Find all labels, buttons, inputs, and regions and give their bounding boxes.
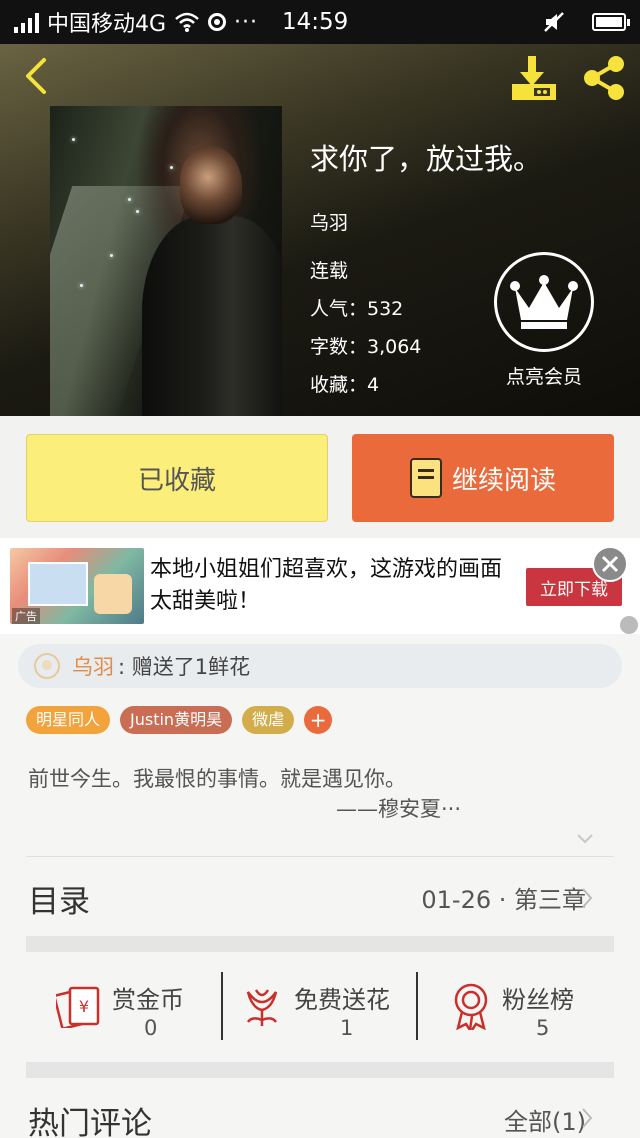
- ad-info-icon[interactable]: [620, 616, 638, 634]
- tag[interactable]: 明星同人: [26, 706, 111, 734]
- stat-value: 0: [144, 1016, 158, 1040]
- continue-reading-button[interactable]: 继续阅读: [352, 434, 614, 522]
- medal-icon: [454, 983, 488, 1030]
- gift-message: : 赠送了1鲜花: [118, 655, 251, 679]
- vip-button[interactable]: [494, 252, 594, 352]
- book-title: 求你了，放过我。: [310, 142, 543, 176]
- description-signature: ——穆安夏···: [336, 797, 462, 821]
- gift-user[interactable]: 乌羽: [72, 651, 114, 681]
- toc-latest-chapter[interactable]: 01-26 · 第三章: [421, 880, 586, 915]
- section-band: [26, 1062, 614, 1078]
- gift-icon: [34, 653, 60, 679]
- stat-value: 5: [536, 1016, 550, 1040]
- carrier-label: 中国移动4G: [47, 12, 167, 37]
- stat-separator: [416, 972, 418, 1040]
- back-arrow-icon[interactable]: [18, 56, 58, 96]
- download-icon[interactable]: [508, 54, 560, 102]
- free-flower-stat[interactable]: 免费送花 1: [224, 952, 418, 1062]
- vip-label[interactable]: 点亮会员: [490, 362, 598, 389]
- section-band: [26, 936, 614, 952]
- wifi-icon: [175, 12, 199, 32]
- stat-label: 免费送花: [294, 986, 390, 1014]
- clock: 14:59: [282, 9, 349, 35]
- toc-row[interactable]: 目录 01-26 · 第三章: [0, 860, 640, 936]
- continue-reading-label: 继续阅读: [451, 465, 556, 496]
- all-comments-link[interactable]: 全部(1): [504, 1102, 586, 1137]
- tag[interactable]: Justin黄明昊: [120, 706, 233, 734]
- toc-title: 目录: [28, 884, 90, 920]
- stats-row: ¥ 赏金币 0 免费送花 1 粉丝榜 5: [0, 952, 640, 1062]
- share-icon[interactable]: [580, 54, 628, 102]
- add-tag-button[interactable]: +: [304, 706, 333, 734]
- gift-ticker: 乌羽 : 赠送了1鲜花: [18, 644, 622, 688]
- stat-value: 1: [340, 1016, 354, 1040]
- svg-text:¥: ¥: [79, 997, 89, 1016]
- stat-label: 粉丝榜: [502, 986, 574, 1014]
- reward-coins-stat[interactable]: ¥ 赏金币 0: [0, 952, 220, 1062]
- ad-text[interactable]: 本地小姐姐们超喜欢，这游戏的画面太甜美啦！: [150, 554, 510, 618]
- flower-icon: [246, 989, 278, 1026]
- tag[interactable]: 微虐: [242, 706, 295, 734]
- chevron-right-icon: [582, 888, 593, 908]
- chevron-down-icon[interactable]: [576, 830, 594, 848]
- stat-separator: [221, 972, 223, 1040]
- red-envelope-icon: ¥: [56, 986, 100, 1028]
- hot-comments-row[interactable]: 热门评论 全部(1): [0, 1094, 640, 1138]
- more-dots: ···: [234, 9, 259, 35]
- close-icon[interactable]: [592, 546, 628, 582]
- ad-tag: 广告: [12, 608, 40, 624]
- signal-icon: [14, 11, 39, 33]
- comments-title: 热门评论: [28, 1106, 152, 1138]
- collected-button[interactable]: 已收藏: [26, 434, 328, 522]
- crown-icon: [510, 275, 578, 329]
- book-description: 前世今生。我最恨的事情。就是遇见你。: [28, 767, 406, 791]
- book-cover[interactable]: [50, 106, 282, 416]
- fan-ranking-stat[interactable]: 粉丝榜 5: [420, 952, 640, 1062]
- collected-label: 已收藏: [137, 465, 216, 496]
- book-author[interactable]: 乌羽: [310, 204, 542, 242]
- book-icon: [409, 458, 442, 498]
- battery-icon: [592, 13, 630, 31]
- chevron-right-icon: [582, 1108, 593, 1128]
- book-header: 求你了，放过我。 乌羽 连载 人气：532 字数：3,064 收藏：4 点亮会员: [0, 44, 640, 416]
- ad-banner[interactable]: 广告 本地小姐姐们超喜欢，这游戏的画面太甜美啦！ 立即下载: [0, 538, 640, 634]
- stat-label: 赏金币: [112, 986, 184, 1014]
- divider: [26, 856, 614, 857]
- status-bar: 中国移动4G ··· 14:59: [0, 0, 640, 44]
- location-icon: [208, 13, 227, 31]
- action-bar: 已收藏 继续阅读: [0, 416, 640, 538]
- mute-icon: [544, 12, 564, 32]
- tag-list: 明星同人 Justin黄明昊 微虐 +: [26, 706, 333, 734]
